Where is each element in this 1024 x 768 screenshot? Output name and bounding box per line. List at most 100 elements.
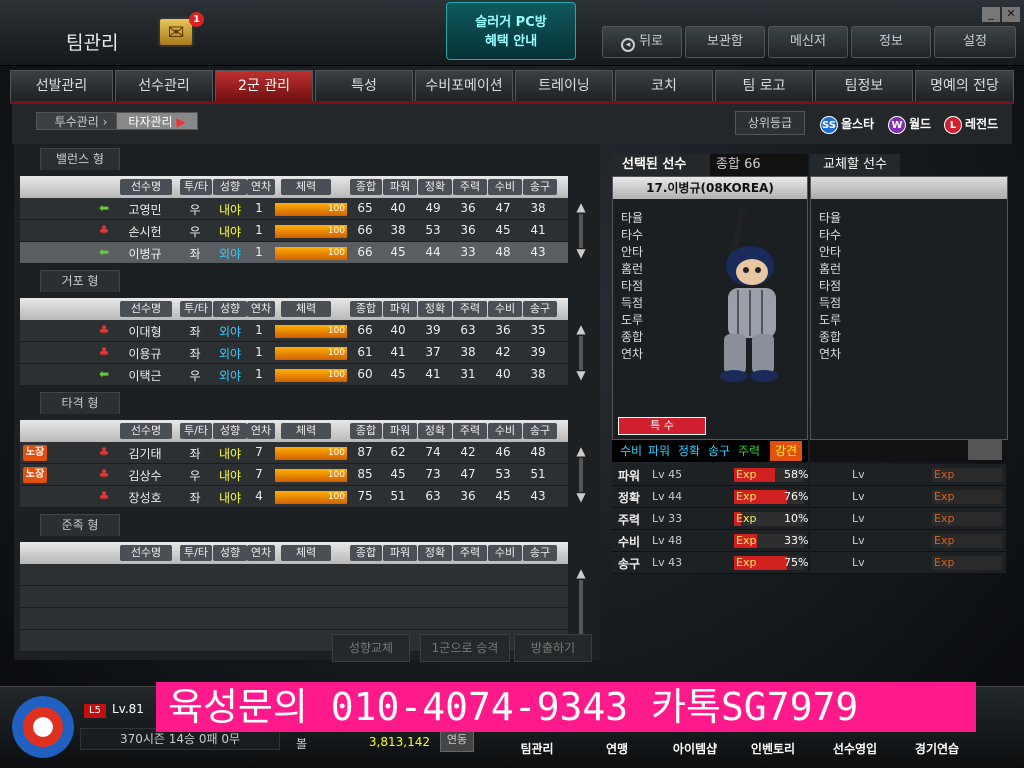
table-row[interactable]: ♣ 이대형 좌 외야 1 100 66 40 39 63 36 35 bbox=[20, 320, 568, 342]
stat-label: 타수 bbox=[621, 228, 644, 242]
tag-speed: 주력 bbox=[738, 444, 761, 458]
bottom-nav-recruit[interactable]: 선수영입 bbox=[820, 740, 890, 757]
stat-label: 타율 bbox=[819, 211, 842, 225]
storage-button[interactable]: 보관함 bbox=[685, 26, 765, 58]
tab-traits[interactable]: 특성 bbox=[315, 70, 413, 101]
minimize-icon[interactable]: _ bbox=[982, 7, 1000, 22]
tab-coach[interactable]: 코치 bbox=[615, 70, 713, 101]
subtab-batter[interactable]: 타자관리 ▶ bbox=[116, 112, 198, 130]
scroll-down-icon[interactable]: ▼ bbox=[572, 490, 590, 504]
replace-skill-level: Lv bbox=[852, 534, 865, 547]
world-badge[interactable]: W 월드 bbox=[888, 114, 931, 134]
scroll-down-icon[interactable]: ▼ bbox=[572, 368, 590, 382]
player-name: 이병규 bbox=[128, 247, 162, 261]
table-row[interactable]: ♣ 이용규 좌 외야 1 100 61 41 37 38 42 39 bbox=[20, 342, 568, 364]
promo-button[interactable]: 슬러거 PC방 혜택 안내 bbox=[446, 2, 576, 60]
column-header-cell: 파워 bbox=[383, 301, 417, 317]
tab-hall-of-fame[interactable]: 명예의 전당 bbox=[915, 70, 1014, 101]
special-button[interactable]: 특 수 bbox=[618, 417, 706, 435]
legend-badge[interactable]: L 레전드 bbox=[944, 114, 998, 134]
tab-defense-formation[interactable]: 수비포메이션 bbox=[415, 70, 513, 101]
window-title: 팀관리 bbox=[66, 32, 119, 54]
tab-team-logo[interactable]: 팀 로고 bbox=[715, 70, 813, 101]
position-type: 외야 bbox=[218, 347, 242, 361]
scroll-up-icon[interactable]: ▲ bbox=[572, 566, 590, 580]
defense: 42 bbox=[495, 345, 511, 359]
column-header: 선수명 투/타 성향 연차 체력 종합 파워 정확 주력 수비 송구 bbox=[20, 542, 568, 564]
rank-button[interactable]: 상위등급 bbox=[735, 111, 805, 135]
table-row[interactable]: ⬅ 고영민 우 내야 1 100 65 40 49 36 47 38 bbox=[20, 198, 568, 220]
bottom-nav-practice[interactable]: 경기연습 bbox=[902, 740, 972, 757]
back-button[interactable]: ◂ 뒤로 bbox=[602, 26, 682, 58]
throw: 38 bbox=[530, 201, 546, 215]
scrollbar[interactable] bbox=[579, 580, 583, 636]
replace-exp-bar: Exp bbox=[932, 534, 1002, 548]
table-row[interactable]: 노장 ♣ 김상수 우 내야 7 100 85 45 73 47 53 51 bbox=[20, 464, 568, 486]
allstar-badge[interactable]: SS 올스타 bbox=[820, 114, 874, 134]
settings-button[interactable]: 설정 bbox=[934, 26, 1016, 58]
replace-skill-row: Lv Exp bbox=[810, 486, 1006, 508]
veteran-badge: 노장 bbox=[23, 445, 47, 461]
exp-label: Exp bbox=[736, 512, 757, 525]
table-row[interactable]: 노장 ♣ 김기태 좌 내야 7 100 87 62 74 42 46 48 bbox=[20, 442, 568, 464]
bottom-nav-shop[interactable]: 아이템샵 bbox=[660, 740, 730, 757]
defense: 45 bbox=[495, 223, 511, 237]
release-button[interactable]: 방출하기 bbox=[514, 634, 592, 662]
bottom-nav-league[interactable]: 연맹 bbox=[582, 740, 652, 757]
stat-label: 타점 bbox=[819, 279, 842, 293]
scrollbar[interactable] bbox=[579, 214, 583, 248]
table-row[interactable]: ⬅ 이택근 우 외야 1 100 60 45 41 31 40 38 bbox=[20, 364, 568, 386]
fire-icon: ♣ bbox=[98, 323, 110, 337]
subtab-pitcher[interactable]: 투수관리 › bbox=[36, 112, 126, 130]
tab-players[interactable]: 선수관리 bbox=[115, 70, 213, 101]
accuracy: 49 bbox=[425, 201, 441, 215]
power: 45 bbox=[390, 467, 406, 481]
replace-skill-level: Lv bbox=[852, 490, 865, 503]
table-row[interactable]: ⬅ 이병규 좌 외야 1 100 66 45 44 33 48 43 bbox=[20, 242, 568, 264]
scroll-down-icon[interactable]: ▼ bbox=[572, 246, 590, 260]
back-icon: ◂ bbox=[620, 38, 635, 52]
years: 1 bbox=[255, 245, 263, 259]
scrollbar[interactable] bbox=[579, 336, 583, 370]
scroll-up-icon[interactable]: ▲ bbox=[572, 322, 590, 336]
replace-skill-level: Lv bbox=[852, 468, 865, 481]
years: 1 bbox=[255, 223, 263, 237]
tab-lineup[interactable]: 선발관리 bbox=[10, 70, 113, 101]
scroll-up-icon[interactable]: ▲ bbox=[572, 444, 590, 458]
table-row[interactable]: ♣ 장성호 좌 내야 4 100 75 51 63 36 45 43 bbox=[20, 486, 568, 508]
team-logo bbox=[12, 696, 74, 758]
w-icon: W bbox=[888, 116, 906, 134]
column-header-cell: 종합 bbox=[350, 179, 382, 195]
promote-button[interactable]: 1군으로 승격 bbox=[420, 634, 510, 662]
info-button[interactable]: 정보 bbox=[851, 26, 931, 58]
defense: 36 bbox=[495, 323, 511, 337]
scrollbar[interactable] bbox=[579, 458, 583, 492]
messenger-button[interactable]: 메신저 bbox=[768, 26, 848, 58]
tab-training[interactable]: 트레이닝 bbox=[515, 70, 613, 101]
bottom-nav-inventory[interactable]: 인벤토리 bbox=[738, 740, 808, 757]
overall-label: 종합 bbox=[716, 157, 740, 172]
skill-row: 수비 Lv 48 Exp 33% bbox=[612, 530, 808, 552]
table-row[interactable]: ♣ 손시헌 우 내야 1 100 66 38 53 36 45 41 bbox=[20, 220, 568, 242]
overall-value: 66 bbox=[744, 157, 761, 172]
change-type-button[interactable]: 성향교체 bbox=[332, 634, 410, 662]
bottom-nav-team[interactable]: 팀관리 bbox=[502, 740, 572, 757]
tab-team-info[interactable]: 팀정보 bbox=[815, 70, 913, 101]
replace-exp-label: Exp bbox=[934, 534, 955, 547]
scroll-up-icon[interactable]: ▲ bbox=[572, 200, 590, 214]
close-icon[interactable]: ✕ bbox=[1002, 7, 1020, 22]
throw: 48 bbox=[530, 445, 546, 459]
hand: 좌 bbox=[189, 447, 201, 461]
column-header-cell: 투/타 bbox=[180, 301, 212, 317]
replace-player-box: 타율 타수 안타 홈런 타점 득점 도루 종합 연차 bbox=[810, 176, 1008, 440]
promo-line1: 슬러거 PC방 bbox=[475, 15, 547, 30]
stamina-bar: 100 bbox=[275, 247, 347, 260]
position-type: 외야 bbox=[218, 325, 242, 339]
hand: 좌 bbox=[189, 491, 201, 505]
years: 1 bbox=[255, 323, 263, 337]
tab-minor-league[interactable]: 2군 관리 bbox=[215, 70, 313, 101]
column-header-cell: 정확 bbox=[418, 423, 452, 439]
overall: 66 bbox=[357, 323, 373, 337]
skill-name: 파워 bbox=[618, 469, 641, 483]
overall: 61 bbox=[357, 345, 373, 359]
